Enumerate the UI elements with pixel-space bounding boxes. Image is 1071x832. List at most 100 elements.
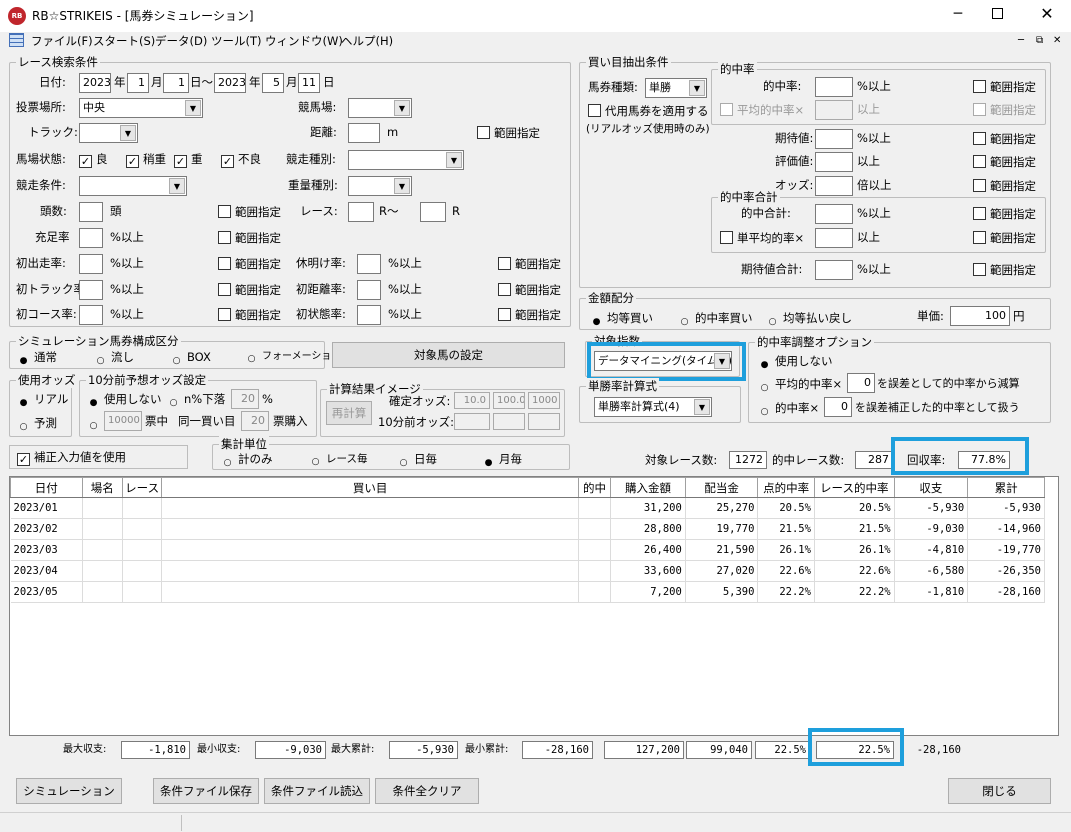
adjust-avg-input[interactable]: 0 xyxy=(847,373,875,393)
sim-normal-radio[interactable]: ● 通常 xyxy=(17,349,57,368)
distance-input[interactable] xyxy=(348,123,380,143)
agg-total-radio[interactable]: ○ 計のみ xyxy=(221,451,273,470)
equal-buy-radio[interactable]: ● 均等買い xyxy=(590,310,653,329)
eval-range-checkbox[interactable]: 範囲指定 xyxy=(973,154,1036,170)
sim-nagashi-radio[interactable]: ○ 流し xyxy=(94,349,134,368)
track-select[interactable]: ▼ xyxy=(348,98,412,118)
expect-range-checkbox[interactable]: 範囲指定 xyxy=(973,131,1036,147)
table-row[interactable]: 2023/04 33,600 27,020 22.6% 22.6% -6,580 -26,3… xyxy=(10,560,1045,582)
exp-total-input[interactable] xyxy=(815,260,853,280)
single-formula-select[interactable]: 単勝率計算式(4) ▼ xyxy=(594,397,712,417)
hit-total-range-checkbox[interactable]: 範囲指定 xyxy=(973,206,1036,222)
pre10-ticket-input[interactable]: 10000 xyxy=(104,411,142,431)
year-from-input[interactable]: 2023 xyxy=(79,73,111,93)
minimize-icon[interactable]: ─ xyxy=(948,6,968,26)
single-avg-range-checkbox[interactable]: 範囲指定 xyxy=(973,230,1036,246)
close-window-icon[interactable]: ✕ xyxy=(1037,4,1057,24)
heads-input[interactable] xyxy=(79,202,103,222)
pre10-ticket-radio[interactable]: ○ xyxy=(87,414,104,433)
col-point-hit[interactable]: 点的中率 xyxy=(757,477,815,498)
first-course-range-checkbox[interactable]: 範囲指定 xyxy=(218,307,281,323)
single-avg-input[interactable] xyxy=(815,228,853,248)
table-row[interactable]: 2023/02 28,800 19,770 21.5% 21.5% -9,030 -14,9… xyxy=(10,518,1045,540)
first-state-input[interactable] xyxy=(357,305,381,325)
first-run-input[interactable] xyxy=(79,254,103,274)
race-to-input[interactable] xyxy=(420,202,446,222)
adjust-none-radio[interactable]: ● 使用しない xyxy=(758,353,833,372)
cond-slightly-heavy-checkbox[interactable]: ✓ 稍重 xyxy=(126,151,166,168)
target-horse-button[interactable]: 対象馬の設定 xyxy=(332,342,565,368)
hit-rate-range-checkbox[interactable]: 範囲指定 xyxy=(973,79,1036,95)
adjust-avg-radio[interactable]: ○ 平均的中率× xyxy=(758,376,843,395)
sim-formation-radio[interactable]: ○ フォーメーション xyxy=(245,349,342,366)
odds-predict-radio[interactable]: ○ 予測 xyxy=(17,415,57,434)
month-to-input[interactable]: 5 xyxy=(262,73,284,93)
agg-day-radio[interactable]: ○ 日毎 xyxy=(397,451,437,470)
year-to-input[interactable]: 2023 xyxy=(214,73,246,93)
fill-rate-input[interactable] xyxy=(79,228,103,248)
cond-bad-checkbox[interactable]: ✓ 不良 xyxy=(221,151,261,168)
adjust-hit-input[interactable]: 0 xyxy=(824,397,852,417)
col-balance[interactable]: 収支 xyxy=(893,477,969,498)
weight-kind-select[interactable]: ▼ xyxy=(348,176,412,196)
venue-select[interactable]: 中央 ▼ xyxy=(79,98,203,118)
rest-input[interactable] xyxy=(357,254,381,274)
race-cond-select[interactable]: ▼ xyxy=(79,176,187,196)
course-select[interactable]: ▼ xyxy=(79,123,138,143)
odds-real-radio[interactable]: ● リアル xyxy=(17,391,69,410)
first-course-input[interactable] xyxy=(79,305,103,325)
rest-range-checkbox[interactable]: 範囲指定 xyxy=(498,256,561,272)
menu-file[interactable]: ファイル(F) xyxy=(31,32,93,50)
adjust-hit-radio[interactable]: ○ 的中率× xyxy=(758,400,820,419)
table-row[interactable]: 2023/01 31,200 25,270 20.5% 20.5% -5,930 -5,93… xyxy=(10,497,1045,519)
day-to-input[interactable]: 11 xyxy=(298,73,320,93)
col-bets[interactable]: 買い目 xyxy=(161,477,579,498)
col-date[interactable]: 日付 xyxy=(10,477,83,498)
fill-range-checkbox[interactable]: 範囲指定 xyxy=(218,230,281,246)
col-hit[interactable]: 的中 xyxy=(577,477,612,498)
mdi-minimize-icon[interactable]: ─ xyxy=(1018,32,1024,50)
hit-total-input[interactable] xyxy=(815,204,853,224)
close-button[interactable]: 閉じる xyxy=(948,778,1051,804)
race-from-input[interactable] xyxy=(348,202,374,222)
agg-race-radio[interactable]: ○ レース毎 xyxy=(309,451,368,469)
col-purchase[interactable]: 購入金額 xyxy=(610,477,686,498)
menu-window[interactable]: ウィンドウ(W) xyxy=(265,32,343,50)
first-run-range-checkbox[interactable]: 範囲指定 xyxy=(218,256,281,272)
heads-range-checkbox[interactable]: 範囲指定 xyxy=(218,204,281,220)
menu-start[interactable]: スタート(S) xyxy=(93,32,155,50)
day-from-input[interactable]: 1 xyxy=(163,73,189,93)
col-race-hit[interactable]: レース的中率 xyxy=(813,477,895,498)
hit-rate-input[interactable] xyxy=(815,77,853,97)
avg-hit-input[interactable] xyxy=(815,100,853,120)
cond-heavy-checkbox[interactable]: ✓ 重 xyxy=(174,151,203,168)
mdi-close-icon[interactable]: ✕ xyxy=(1053,32,1061,50)
table-row[interactable]: 2023/05 7,200 5,390 22.2% 22.2% -1,810 -28,160 xyxy=(10,581,1045,603)
agg-month-radio[interactable]: ● 月毎 xyxy=(482,451,522,470)
avg-hit-range-checkbox[interactable]: 範囲指定 xyxy=(973,102,1036,118)
unit-price-input[interactable]: 100 xyxy=(950,306,1010,326)
avg-hit-checkbox[interactable]: 平均的中率× xyxy=(720,102,804,118)
menu-tool[interactable]: ツール(T) xyxy=(211,32,262,50)
ticket-type-select[interactable]: 単勝 ▼ xyxy=(645,78,707,98)
menu-data[interactable]: データ(D) xyxy=(155,32,207,50)
month-from-input[interactable]: 1 xyxy=(127,73,149,93)
sim-box-radio[interactable]: ○ BOX xyxy=(170,349,211,368)
pre10-buy-input[interactable]: 20 xyxy=(241,411,269,431)
first-dist-range-checkbox[interactable]: 範囲指定 xyxy=(498,282,561,298)
col-venue[interactable]: 場名 xyxy=(81,477,123,498)
pre10-drop-input[interactable]: 20 xyxy=(231,389,259,409)
equal-payout-radio[interactable]: ○ 均等払い戻し xyxy=(766,310,852,329)
mdi-restore-icon[interactable]: ⧉ xyxy=(1036,32,1043,50)
results-table-container[interactable]: 日付 場名 レース 買い目 的中 購入金額 配当金 点的中率 レース的中率 収支… xyxy=(9,476,1059,736)
menu-help[interactable]: ヘルプ(H) xyxy=(341,32,393,50)
single-avg-checkbox[interactable]: 単平均的率× xyxy=(720,230,804,246)
hit-buy-radio[interactable]: ○ 的中率買い xyxy=(678,310,753,329)
eval-input[interactable] xyxy=(815,152,853,172)
target-index-select[interactable]: データマイニング(タイム型) ▼ xyxy=(594,351,732,371)
expect-input[interactable] xyxy=(815,129,853,149)
first-dist-input[interactable] xyxy=(357,280,381,300)
race-kind-select[interactable]: ▼ xyxy=(348,150,464,170)
odds-input[interactable] xyxy=(815,176,853,196)
correction-checkbox[interactable]: ✓ 補正入力値を使用 xyxy=(17,449,126,466)
